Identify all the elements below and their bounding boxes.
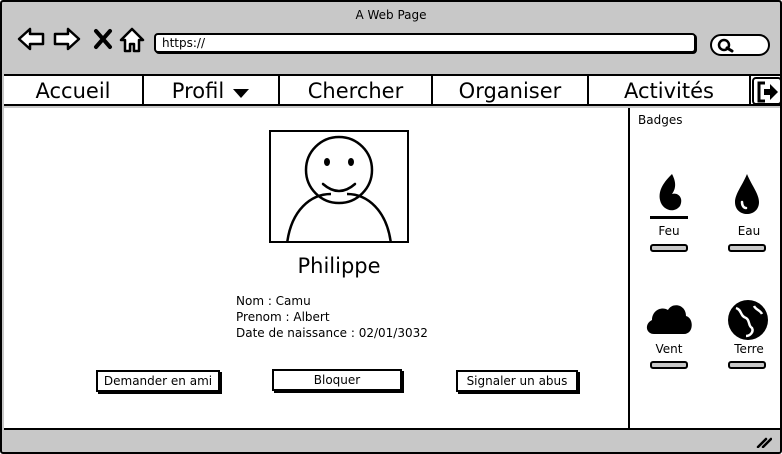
profile-panel: Philippe Nom : Camu Prenom : Albert Date… xyxy=(4,108,628,428)
content-area: Philippe Nom : Camu Prenom : Albert Date… xyxy=(4,108,780,428)
badge-progress-terre xyxy=(728,361,766,369)
menu-item-accueil[interactable]: Accueil xyxy=(4,76,144,106)
sign-out-icon xyxy=(757,81,778,103)
block-button[interactable]: Bloquer xyxy=(272,369,402,391)
title-bar: A Web Page xyxy=(2,2,780,22)
fire-icon xyxy=(659,174,682,211)
nom-text: Nom : Camu xyxy=(236,294,311,308)
water-drop-icon xyxy=(735,174,759,214)
badge-progress-feu xyxy=(650,244,688,252)
logout-button[interactable] xyxy=(752,77,780,105)
chevron-down-icon xyxy=(233,89,250,98)
resize-grip-icon[interactable] xyxy=(756,436,772,448)
status-bar xyxy=(4,428,780,452)
arrow-left-icon xyxy=(17,27,45,51)
menu-item-chercher[interactable]: Chercher xyxy=(280,76,433,106)
home-button[interactable] xyxy=(118,26,146,53)
menu-item-label: Activités xyxy=(624,79,714,103)
url-text: https:// xyxy=(162,36,206,50)
user-avatar-icon xyxy=(286,135,392,241)
back-button[interactable] xyxy=(16,26,46,52)
menu-item-label: Accueil xyxy=(35,79,111,103)
birthdate-text: Date de naissance : 02/01/3032 xyxy=(236,326,428,340)
badge-label-terre: Terre xyxy=(734,342,764,356)
close-icon xyxy=(94,29,112,49)
add-friend-button[interactable]: Demander en ami xyxy=(96,370,220,392)
forward-button[interactable] xyxy=(52,26,82,52)
browser-window: A Web Page https:// Accueil Profil Cherc… xyxy=(0,0,782,454)
menu-item-label: Chercher xyxy=(307,79,404,103)
menu-item-activites[interactable]: Activités xyxy=(589,76,751,106)
badges-title: Badges xyxy=(638,113,683,127)
badge-label-eau: Eau xyxy=(737,224,761,238)
fire-underline xyxy=(650,216,688,219)
badge-label-feu: Feu xyxy=(658,224,680,238)
badges-panel: Badges Feu Eau Vent Terre xyxy=(628,108,780,428)
report-abuse-button[interactable]: Signaler un abus xyxy=(456,370,578,392)
home-icon xyxy=(119,27,145,53)
globe-icon xyxy=(728,300,768,340)
stop-button[interactable] xyxy=(92,26,114,52)
menu-bar: Accueil Profil Chercher Organiser Activi… xyxy=(4,74,780,106)
menu-item-organiser[interactable]: Organiser xyxy=(433,76,589,106)
menu-item-label: Organiser xyxy=(458,79,562,103)
menu-item-label: Profil xyxy=(171,79,225,103)
window-title: A Web Page xyxy=(355,8,427,22)
prenom-text: Prenom : Albert xyxy=(236,310,330,324)
badge-progress-vent xyxy=(650,361,688,369)
arrow-right-icon xyxy=(53,27,81,51)
menu-item-profil[interactable]: Profil xyxy=(144,76,280,106)
badge-label-vent: Vent xyxy=(655,342,683,356)
cloud-icon xyxy=(646,305,692,334)
url-field[interactable]: https:// xyxy=(154,33,696,53)
search-button[interactable] xyxy=(710,34,770,56)
badge-progress-eau xyxy=(728,244,766,252)
search-icon xyxy=(717,38,734,53)
avatar xyxy=(269,130,409,243)
profile-name: Philippe xyxy=(297,254,381,278)
